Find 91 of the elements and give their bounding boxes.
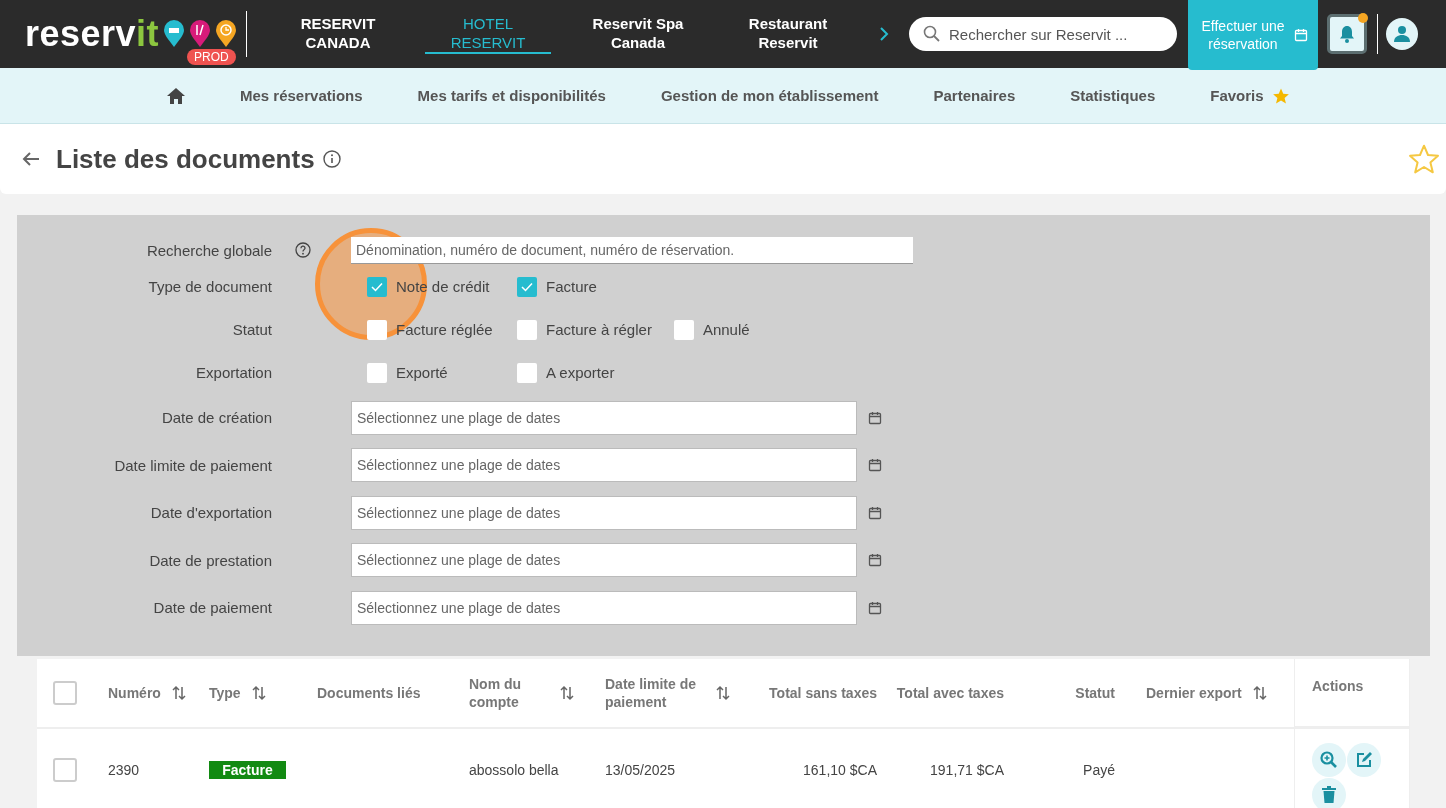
chevron-right-icon[interactable] [879, 26, 889, 42]
table-cell: abossolo bella [469, 762, 559, 778]
establishment-tab[interactable]: Restaurant Reservit [713, 0, 863, 68]
checkbox[interactable] [673, 319, 694, 340]
zoom-in-button[interactable] [1312, 742, 1346, 777]
establishment-tab[interactable]: Reservit Spa Canada [563, 0, 713, 68]
menu-item[interactable]: Mes tarifs et disponibilités [417, 87, 606, 104]
menu-item[interactable]: Statistiques [1070, 87, 1156, 104]
table-cell: 161,10 $CA [803, 762, 877, 778]
date-range-field[interactable]: Sélectionnez une plage de dates [351, 590, 857, 625]
sort-icon[interactable] [559, 684, 575, 701]
checkbox[interactable] [517, 276, 537, 297]
sort-icon[interactable] [250, 684, 267, 701]
date-range-field[interactable]: Sélectionnez une plage de dates [351, 543, 857, 578]
user-avatar[interactable] [1386, 18, 1418, 50]
establishment-tab[interactable]: RESERVIT CANADA [263, 0, 413, 68]
column-header: Total avec taxes [896, 683, 1004, 702]
calendar-icon[interactable] [868, 410, 882, 425]
column-header[interactable]: Numéro [108, 683, 161, 702]
location-pin-icon [163, 20, 186, 48]
type-tag: Facture [209, 761, 286, 779]
date-range-field[interactable]: Sélectionnez une plage de dates [351, 495, 857, 530]
table-cell: 13/05/2025 [605, 762, 676, 778]
column-header[interactable]: Nom du compte [469, 674, 549, 711]
checkbox-label[interactable]: Note de crédit [396, 278, 490, 295]
trash-icon [1321, 785, 1337, 804]
table-cell: Payé [1083, 762, 1115, 778]
back-arrow-icon[interactable] [22, 151, 40, 167]
bell-icon [1339, 25, 1355, 43]
select-all-checkbox[interactable] [53, 680, 77, 705]
date-range-field[interactable]: Sélectionnez une plage de dates [351, 400, 857, 435]
column-header: Statut [1075, 683, 1115, 702]
edit-button[interactable] [1347, 742, 1381, 777]
filter-label: Date limite de paiement [113, 456, 272, 474]
filter-label: Date de création [160, 409, 272, 427]
row-checkbox[interactable] [53, 758, 77, 782]
calendar-icon[interactable] [868, 458, 882, 473]
sort-icon[interactable] [1251, 684, 1268, 701]
user-icon [1393, 25, 1411, 43]
filter-label: Exportation [195, 364, 272, 381]
filter-label: Date de paiement [152, 599, 272, 617]
table-cell: 2390 [108, 762, 140, 778]
date-range-field[interactable]: Sélectionnez une plage de dates [351, 448, 857, 483]
checkbox-label[interactable]: Facture [546, 278, 597, 295]
checkbox[interactable] [517, 319, 537, 340]
checkbox[interactable] [367, 276, 387, 297]
calendar-icon[interactable] [868, 600, 882, 615]
column-header: Documents liés [317, 683, 421, 702]
checkbox-label[interactable]: Annulé [702, 321, 750, 338]
sort-icon[interactable] [170, 684, 187, 701]
star-icon[interactable] [1408, 143, 1440, 175]
menu-item[interactable]: Mes réservations [240, 87, 363, 104]
logo[interactable]: reservit [25, 13, 160, 55]
help-icon[interactable] [295, 242, 311, 258]
filter-label: Statut [231, 321, 272, 338]
notifications-button[interactable] [1327, 14, 1367, 54]
info-icon[interactable] [322, 150, 341, 168]
global-search-field[interactable]: Dénomination, numéro de document, numéro de réservation. [351, 236, 913, 264]
filter-label: Recherche globale [145, 241, 272, 259]
filter-label: Type de document [147, 278, 272, 295]
establishment-tab[interactable]: HOTEL RESERVIT [413, 0, 563, 68]
menu-item[interactable]: Gestion de mon établissement [660, 87, 879, 104]
home-icon[interactable] [166, 86, 186, 105]
edit-icon [1355, 750, 1373, 769]
page-title: Liste des documents [56, 143, 315, 175]
calendar-icon[interactable] [868, 505, 882, 520]
column-header: Actions [1312, 676, 1364, 695]
environment-badge: PROD [187, 49, 236, 65]
checkbox-label[interactable]: Facture à régler [546, 321, 652, 338]
checkbox[interactable] [517, 362, 537, 383]
filter-label: Date de prestation [148, 551, 272, 569]
checkbox[interactable] [367, 362, 387, 383]
sort-icon[interactable] [715, 684, 731, 701]
column-header: Total sans taxes [769, 683, 877, 702]
checkbox-label[interactable]: Facture réglée [396, 321, 493, 338]
filter-label: Date d'exportation [149, 504, 272, 522]
column-header[interactable]: Dernier export [1146, 683, 1242, 702]
zoom-in-icon [1320, 750, 1338, 769]
checkbox-label[interactable]: A exporter [546, 364, 615, 381]
search-field[interactable]: Rechercher sur Reservit ... [909, 17, 1177, 51]
menu-item[interactable]: Favoris [1210, 86, 1290, 105]
location-pin-icon [189, 20, 212, 48]
checkbox[interactable] [367, 319, 387, 340]
delete-button[interactable] [1312, 777, 1346, 808]
calendar-icon[interactable] [868, 553, 882, 568]
table-cell: 191,71 $CA [930, 762, 1004, 778]
column-header[interactable]: Type [209, 683, 241, 702]
menu-item[interactable]: Partenaires [933, 87, 1016, 104]
checkbox-label[interactable]: Exporté [396, 364, 448, 381]
location-pin-icon [215, 20, 238, 48]
column-header[interactable]: Date limite de paiement [605, 674, 705, 711]
